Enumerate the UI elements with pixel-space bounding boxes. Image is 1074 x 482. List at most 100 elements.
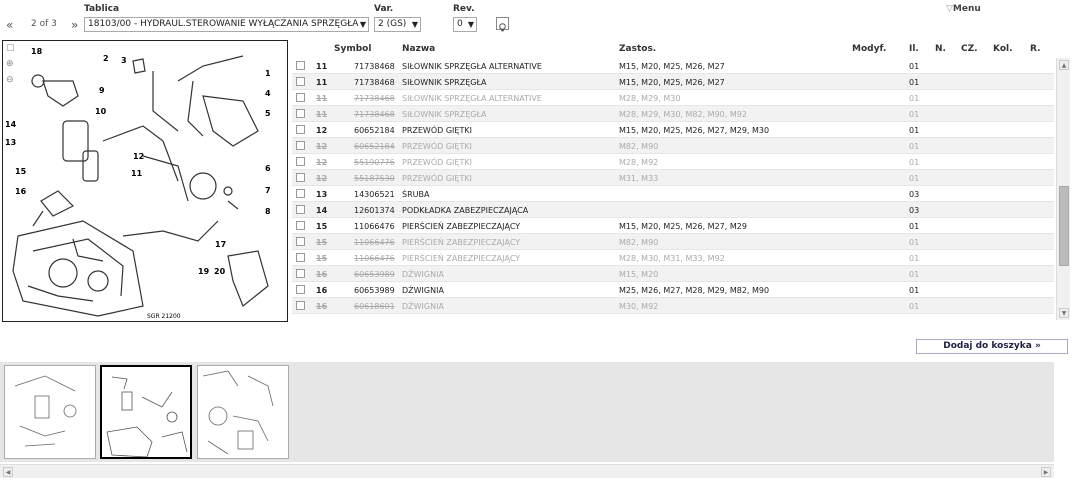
row-checkbox[interactable]: [296, 77, 305, 86]
scroll-right-icon[interactable]: ▶: [1041, 467, 1051, 477]
table-row[interactable]: 16 60653989 DŹWIGNIA M25, M26, M27, M28, M2…: [292, 282, 1054, 298]
vertical-scrollbar[interactable]: ▲ ▼: [1056, 58, 1070, 320]
horizontal-scrollbar[interactable]: ◀ ▶: [0, 464, 1054, 478]
row-symbol: 55190776: [354, 158, 395, 167]
col-modyf[interactable]: Modyf.: [852, 44, 886, 54]
table-row[interactable]: 13 14306521 ŚRUBA 03: [292, 186, 1054, 202]
rev-label: Rev.: [453, 4, 475, 14]
zoom-in-icon[interactable]: ⊕: [6, 59, 14, 69]
row-name: SIŁOWNIK SPRZĘGŁA ALTERNATIVE: [402, 94, 542, 103]
row-checkbox[interactable]: [296, 141, 305, 150]
table-row[interactable]: 12 60652184 PRZEWÓD GIĘTKI M15, M20, M25, M…: [292, 122, 1054, 138]
row-number: 11: [316, 110, 328, 119]
row-zastos: M15, M20: [619, 270, 659, 279]
row-checkbox[interactable]: [296, 237, 305, 246]
tablica-select[interactable]: 18103/00 - HYDRAUL.STEROWANIE WYŁĄCZANIA…: [84, 17, 369, 32]
row-checkbox[interactable]: [296, 93, 305, 102]
col-r[interactable]: R.: [1030, 44, 1041, 54]
next-page-button[interactable]: »: [71, 18, 78, 32]
table-row[interactable]: 15 11066476 PIERŚCIEŃ ZABEZPIECZAJĄCY M82, …: [292, 234, 1054, 250]
col-il[interactable]: Il.: [909, 44, 919, 54]
row-number: 11: [316, 62, 328, 71]
row-checkbox[interactable]: [296, 221, 305, 230]
menu-button[interactable]: ▽Menu: [946, 4, 981, 14]
table-row[interactable]: 16 60653989 DŹWIGNIA M15, M20 01: [292, 266, 1054, 282]
rev-select[interactable]: 0 ▼: [453, 17, 477, 32]
page-icon[interactable]: ▢: [6, 43, 15, 53]
row-il: 03: [909, 206, 920, 215]
row-checkbox[interactable]: [296, 285, 305, 294]
svg-text:12: 12: [133, 152, 144, 161]
row-number: 11: [316, 94, 328, 103]
scroll-left-icon[interactable]: ◀: [3, 467, 13, 477]
row-checkbox[interactable]: [296, 125, 305, 134]
col-cz[interactable]: CZ.: [961, 44, 978, 54]
row-checkbox[interactable]: [296, 253, 305, 262]
row-checkbox[interactable]: [296, 157, 305, 166]
row-il: 01: [909, 302, 920, 311]
col-zastos[interactable]: Zastos.: [619, 44, 656, 54]
table-row[interactable]: 16 60618601 DŹWIGNIA M30, M92 01: [292, 298, 1054, 314]
row-il: 01: [909, 126, 920, 135]
tablica-label: Tablica: [84, 4, 120, 14]
row-name: DŹWIGNIA: [402, 286, 444, 295]
lightbulb-icon[interactable]: [496, 17, 509, 32]
row-symbol: 55187530: [354, 174, 395, 183]
thumbnail-3[interactable]: [197, 365, 289, 459]
table-row[interactable]: 12 55190776 PRZEWÓD GIĘTKI M28, M92 01: [292, 154, 1054, 170]
table-row[interactable]: 11 71738468 SIŁOWNIK SPRZĘGŁA ALTERNATIVE M…: [292, 90, 1054, 106]
scroll-up-icon[interactable]: ▲: [1059, 60, 1069, 70]
zoom-out-icon[interactable]: ⊖: [6, 75, 14, 85]
svg-text:19: 19: [198, 267, 210, 276]
table-row[interactable]: 15 11066476 PIERŚCIEŃ ZABEZPIECZAJĄCY M15, …: [292, 218, 1054, 234]
thumbnail-drawing: [14, 375, 77, 447]
thumbnail-drawing: [106, 376, 188, 457]
row-zastos: M30, M92: [619, 302, 659, 311]
var-label: Var.: [374, 4, 394, 14]
scroll-thumb[interactable]: [1059, 186, 1069, 266]
col-nazwa[interactable]: Nazwa: [402, 44, 435, 54]
svg-text:3: 3: [121, 56, 127, 65]
svg-text:7: 7: [265, 186, 271, 195]
row-checkbox[interactable]: [296, 269, 305, 278]
col-kol[interactable]: Kol.: [993, 44, 1013, 54]
row-zastos: M28, M92: [619, 158, 659, 167]
row-name: PRZEWÓD GIĘTKI: [402, 126, 472, 135]
exploded-diagram[interactable]: ▢ ⊕ ⊖ 18 2 3 1 4 5 9 10 14 13 11 12 6 7 …: [2, 40, 288, 322]
svg-text:1: 1: [265, 69, 271, 78]
row-checkbox[interactable]: [296, 205, 305, 214]
row-il: 01: [909, 238, 920, 247]
row-name: SIŁOWNIK SPRZĘGŁA ALTERNATIVE: [402, 62, 542, 71]
row-zastos: M31, M33: [619, 174, 659, 183]
first-page-button[interactable]: «: [6, 18, 13, 32]
table-row[interactable]: 14 12601374 PODKŁADKA ZABEZPIECZAJĄCA 03: [292, 202, 1054, 218]
table-row[interactable]: 11 71738468 SIŁOWNIK SPRZĘGŁA ALTERNATIVE M…: [292, 58, 1054, 74]
row-il: 01: [909, 174, 920, 183]
var-select[interactable]: 2 (GS) ▼: [374, 17, 421, 32]
row-il: 01: [909, 254, 920, 263]
row-checkbox[interactable]: [296, 61, 305, 70]
col-n[interactable]: N.: [935, 44, 946, 54]
table-row[interactable]: 12 60652184 PRZEWÓD GIĘTKI M82, M90 01: [292, 138, 1054, 154]
svg-text:8: 8: [265, 207, 271, 216]
thumbnail-2[interactable]: [100, 365, 192, 459]
row-name: SIŁOWNIK SPRZĘGŁA: [402, 110, 487, 119]
add-to-cart-button[interactable]: Dodaj do koszyka »: [916, 339, 1068, 354]
row-symbol: 60653989: [354, 270, 395, 279]
thumbnail-1[interactable]: [4, 365, 96, 459]
scroll-down-icon[interactable]: ▼: [1059, 308, 1069, 318]
row-checkbox[interactable]: [296, 109, 305, 118]
row-checkbox[interactable]: [296, 301, 305, 310]
svg-text:6: 6: [265, 164, 271, 173]
row-checkbox[interactable]: [296, 189, 305, 198]
row-checkbox[interactable]: [296, 173, 305, 182]
table-row[interactable]: 12 55187530 PRZEWÓD GIĘTKI M31, M33 01: [292, 170, 1054, 186]
row-number: 12: [316, 158, 328, 167]
table-row[interactable]: 11 71738468 SIŁOWNIK SPRZĘGŁA M15, M20, M25…: [292, 74, 1054, 90]
row-number: 15: [316, 238, 328, 247]
table-body: 11 71738468 SIŁOWNIK SPRZĘGŁA ALTERNATIVE M…: [292, 58, 1054, 320]
table-row[interactable]: 11 71738468 SIŁOWNIK SPRZĘGŁA M28, M29, M30…: [292, 106, 1054, 122]
col-symbol[interactable]: Symbol: [334, 44, 371, 54]
row-zastos: M28, M29, M30: [619, 94, 681, 103]
table-row[interactable]: 15 11066476 PIERŚCIEŃ ZABEZPIECZAJĄCY M28, …: [292, 250, 1054, 266]
